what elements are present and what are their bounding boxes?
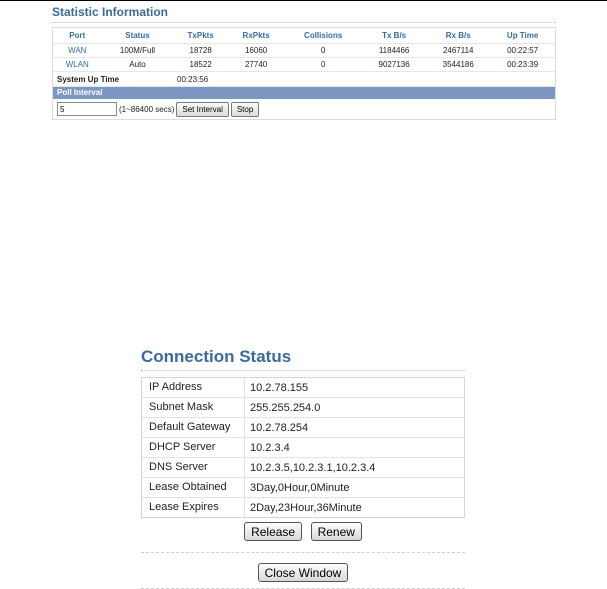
dhcp-server-label: DHCP Server	[142, 438, 245, 457]
lease-expires-value: 2Day,23Hour,36Minute	[250, 501, 362, 514]
col-rx-bs: Rx B/s	[445, 31, 471, 40]
stop-button[interactable]: Stop	[230, 101, 260, 117]
system-uptime-label: System Up Time	[57, 74, 120, 84]
cell-rxpkts: 27740	[244, 60, 268, 69]
statistic-title: Statistic Information	[52, 4, 556, 23]
top-rule	[0, 0, 607, 1]
cell-rxpkts: 16060	[244, 46, 268, 55]
col-status: Status	[125, 31, 150, 40]
col-port: Port	[69, 31, 86, 40]
cell-collisions: 0	[320, 60, 326, 69]
table-row: WLAN Auto 18522 27740 0 9027136 3544186 …	[53, 58, 555, 72]
cell-tx-bs: 1184466	[378, 46, 410, 55]
dns-server-label: DNS Server	[142, 458, 245, 477]
connection-status-panel: Connection Status IP Address 10.2.78.155…	[141, 346, 465, 589]
cell-rx-bs: 2467114	[442, 46, 474, 55]
poll-interval-row: (1~86400 secs) Set Interval Stop	[53, 99, 555, 119]
dns-server-row: DNS Server 10.2.3.5,10.2.3.1,10.2.3.4	[142, 458, 464, 478]
lease-button-row: Release Renew	[141, 522, 465, 544]
cell-tx-bs: 9027136	[378, 60, 410, 69]
ip-address-row: IP Address 10.2.78.155	[142, 378, 464, 398]
renew-button[interactable]: Renew	[310, 522, 362, 541]
lease-obtained-value: 3Day,0Hour,0Minute	[250, 481, 350, 494]
connection-status-title: Connection Status	[141, 346, 465, 371]
dhcp-server-value: 10.2.3.4	[250, 441, 290, 454]
lease-expires-row: Lease Expires 2Day,23Hour,36Minute	[142, 498, 464, 517]
cell-status: 100M/Full	[119, 46, 156, 55]
divider	[141, 552, 465, 553]
col-collisions: Collisions	[304, 31, 343, 40]
default-gateway-row: Default Gateway 10.2.78.254	[142, 418, 464, 438]
subnet-mask-label: Subnet Mask	[142, 398, 245, 417]
subnet-mask-value: 255.255.254.0	[250, 401, 321, 414]
cell-txpkts: 18728	[189, 46, 212, 55]
ip-address-value: 10.2.78.155	[250, 381, 309, 394]
ip-address-label: IP Address	[142, 378, 245, 397]
col-uptime: Up Time	[506, 31, 539, 40]
table-row: WAN 100M/Full 18728 16060 0 1184466 2467…	[53, 44, 555, 58]
statistic-table: Port Status TxPkts RxPkts Collisions Tx …	[53, 28, 555, 72]
cell-uptime: 00:23:39	[507, 60, 539, 69]
statistic-panel: Statistic Information Port Status TxPkts…	[52, 4, 556, 120]
cell-port: WLAN	[65, 60, 89, 69]
col-rxpkts: RxPkts	[242, 31, 270, 40]
close-button-row: Close Window	[141, 563, 465, 582]
statistic-box: Port Status TxPkts RxPkts Collisions Tx …	[52, 27, 556, 120]
cell-collisions: 0	[320, 46, 326, 55]
release-button[interactable]: Release	[244, 522, 303, 541]
dhcp-server-row: DHCP Server 10.2.3.4	[142, 438, 464, 458]
cell-rx-bs: 3544186	[442, 60, 474, 69]
lease-obtained-row: Lease Obtained 3Day,0Hour,0Minute	[142, 478, 464, 498]
lease-obtained-label: Lease Obtained	[142, 478, 245, 497]
poll-interval-header: Poll Interval	[53, 87, 555, 99]
default-gateway-label: Default Gateway	[142, 418, 245, 437]
set-interval-button[interactable]: Set Interval	[176, 101, 229, 117]
dns-server-value: 10.2.3.5,10.2.3.1,10.2.3.4	[250, 461, 376, 474]
statistic-header-row: Port Status TxPkts RxPkts Collisions Tx …	[53, 28, 555, 44]
poll-interval-input[interactable]	[57, 102, 117, 116]
col-txpkts: TxPkts	[187, 31, 214, 40]
subnet-mask-row: Subnet Mask 255.255.254.0	[142, 398, 464, 418]
cell-status: Auto	[129, 60, 146, 69]
system-uptime-row: System Up Time 00:23:56	[53, 72, 555, 87]
system-uptime-value: 00:23:56	[177, 74, 209, 84]
cell-uptime: 00:22:57	[507, 46, 539, 55]
cell-port: WAN	[68, 46, 87, 55]
poll-range-hint: (1~86400 secs)	[119, 104, 175, 114]
connection-details-table: IP Address 10.2.78.155 Subnet Mask 255.2…	[141, 377, 465, 518]
col-tx-bs: Tx B/s	[382, 31, 407, 40]
lease-expires-label: Lease Expires	[142, 498, 245, 517]
cell-txpkts: 18522	[189, 60, 212, 69]
default-gateway-value: 10.2.78.254	[250, 421, 309, 434]
close-window-button[interactable]: Close Window	[257, 563, 349, 582]
